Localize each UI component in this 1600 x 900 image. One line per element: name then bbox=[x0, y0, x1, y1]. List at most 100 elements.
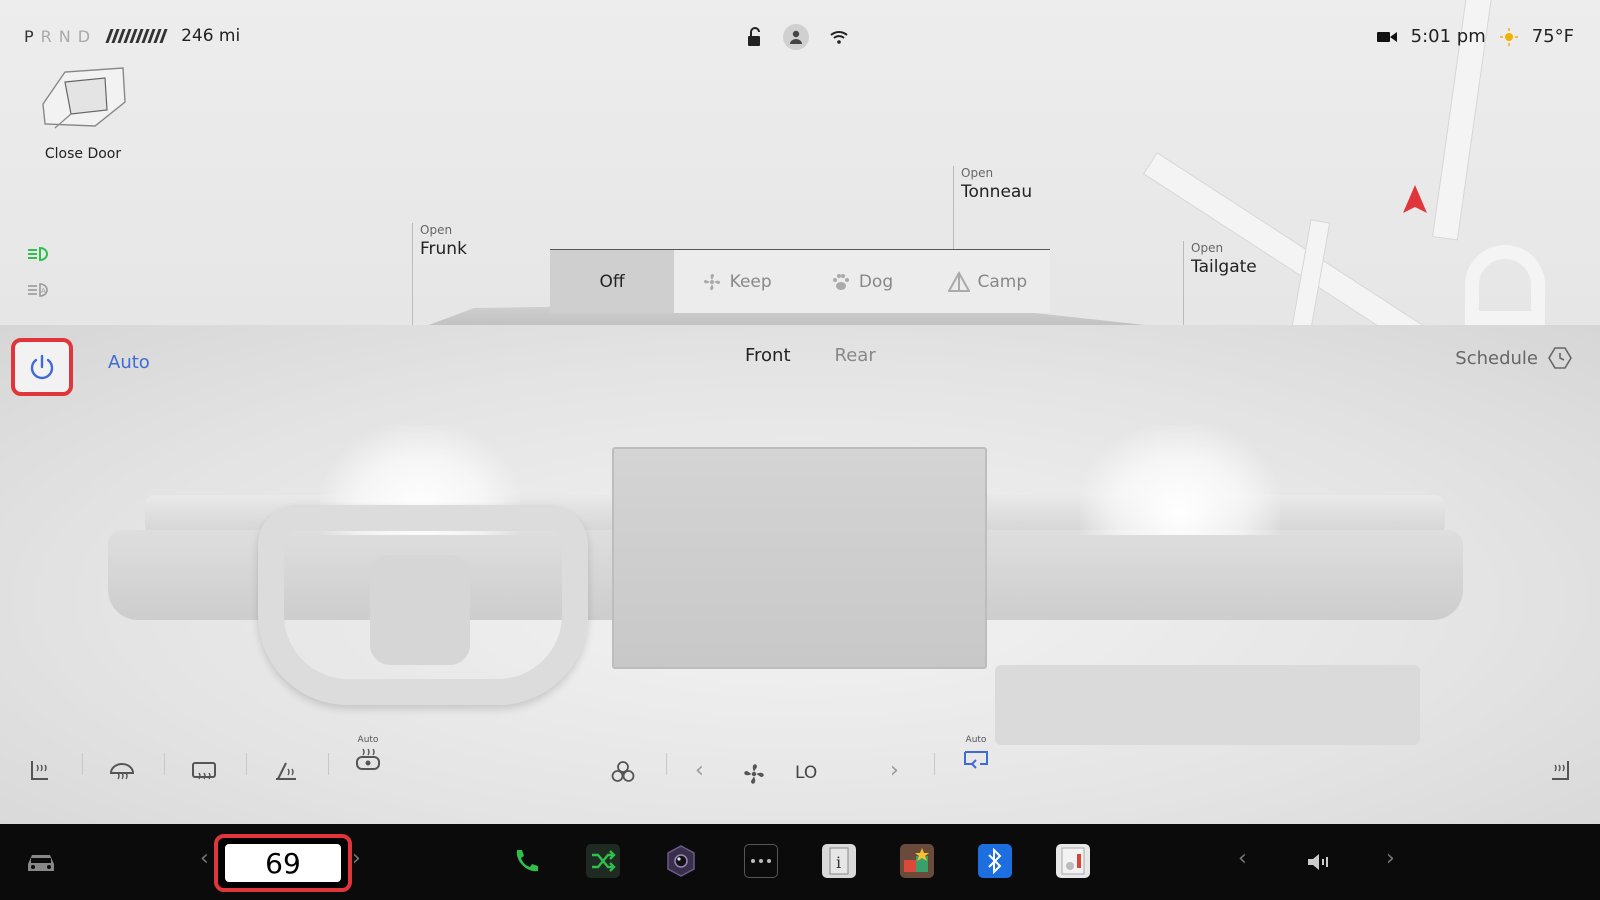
steering-wheel-hub bbox=[370, 555, 470, 665]
auto-high-beam-icon[interactable]: A bbox=[26, 282, 52, 302]
navigation-arrow-icon bbox=[1403, 185, 1427, 213]
fan-speed-readout: LO bbox=[795, 763, 818, 783]
headlight-icon[interactable] bbox=[26, 246, 52, 266]
touchscreen-model bbox=[612, 447, 987, 669]
volume-decrease-chevron-icon[interactable]: ‹ bbox=[1238, 846, 1247, 871]
seat-heater-icon bbox=[1552, 761, 1569, 780]
mode-dog-label: Dog bbox=[858, 271, 894, 292]
gear-d: D bbox=[77, 26, 93, 46]
frunk-label: Frunk bbox=[420, 239, 467, 259]
frunk-control[interactable]: Open Frunk bbox=[412, 223, 467, 325]
manual-icon[interactable]: i bbox=[822, 844, 856, 878]
temp-decrease-chevron-icon[interactable]: ‹ bbox=[200, 846, 209, 871]
close-door-label: Close Door bbox=[44, 146, 122, 162]
climate-power-button[interactable] bbox=[11, 338, 73, 396]
paw-icon bbox=[832, 273, 849, 290]
rear-defrost-icon bbox=[192, 762, 216, 780]
steering-heater-auto-label: Auto bbox=[357, 735, 379, 745]
clock-icon bbox=[1548, 347, 1572, 369]
recirculation-button[interactable]: Auto bbox=[962, 735, 990, 771]
mode-camp-label: Camp bbox=[977, 271, 1028, 292]
wiper-defrost-icon bbox=[276, 762, 296, 780]
wiper-defrost-button[interactable] bbox=[272, 747, 300, 783]
climate-panel: Auto Front Rear Schedule Auto ‹ LO › Aut… bbox=[0, 325, 1600, 824]
status-left: P R N D 246 mi bbox=[24, 26, 240, 46]
air-vent-glow-right bbox=[1080, 425, 1280, 535]
driver-seat-heater-button[interactable] bbox=[28, 747, 52, 783]
power-icon bbox=[30, 354, 54, 380]
profile-icon[interactable] bbox=[783, 24, 809, 50]
status-center bbox=[745, 24, 849, 50]
climate-keeper-modes: Off Keep Dog Camp bbox=[550, 249, 1050, 313]
toybox-icon[interactable] bbox=[900, 844, 934, 878]
cabin-temperature-control[interactable]: 69 bbox=[214, 834, 352, 892]
mode-off-button[interactable]: Off bbox=[550, 250, 674, 313]
volume-increase-chevron-icon[interactable]: › bbox=[1386, 846, 1395, 871]
volume-icon[interactable] bbox=[1306, 852, 1332, 872]
recirculation-icon bbox=[964, 751, 988, 769]
battery-icon bbox=[105, 29, 168, 43]
svg-text:A: A bbox=[41, 287, 46, 295]
mode-camp-button[interactable]: Camp bbox=[924, 250, 1050, 313]
tent-icon bbox=[947, 270, 970, 292]
bottom-dock: ‹ 69 › i ‹ › bbox=[0, 824, 1600, 900]
front-defrost-button[interactable] bbox=[108, 747, 136, 783]
temp-increase-chevron-icon[interactable]: › bbox=[352, 846, 361, 871]
front-defrost-icon bbox=[109, 763, 135, 780]
tonneau-label: Tonneau bbox=[961, 182, 1033, 202]
fan-icon bbox=[703, 273, 720, 290]
gear-n: N bbox=[58, 26, 73, 46]
outside-temperature: 75°F bbox=[1531, 26, 1574, 47]
tailgate-label: Tailgate bbox=[1191, 257, 1257, 277]
zone-tabs: Front Rear bbox=[745, 345, 876, 366]
tailgate-action: Open bbox=[1191, 241, 1224, 255]
truck-door-icon bbox=[42, 67, 126, 129]
tab-front[interactable]: Front bbox=[745, 345, 791, 366]
vehicle-status-area: P R N D 246 mi 5:01 pm 75°F Close Door A… bbox=[0, 0, 1600, 325]
mode-dog-button[interactable]: Dog bbox=[799, 250, 925, 313]
rear-defrost-button[interactable] bbox=[190, 747, 218, 783]
fan-decrease-chevron-icon[interactable]: ‹ bbox=[695, 758, 704, 783]
recirc-auto-label: Auto bbox=[965, 735, 987, 745]
bioweapon-defense-button[interactable] bbox=[610, 747, 636, 785]
svg-text:i: i bbox=[836, 853, 841, 872]
schedule-button[interactable]: Schedule bbox=[1455, 347, 1572, 369]
steering-wheel-heater-button[interactable]: Auto bbox=[354, 735, 382, 771]
wifi-icon[interactable] bbox=[829, 29, 849, 45]
steering-wheel-heater-icon bbox=[356, 748, 380, 770]
map-road bbox=[1465, 245, 1545, 325]
close-door-control[interactable]: Close Door bbox=[28, 64, 138, 162]
unlock-icon[interactable] bbox=[745, 27, 763, 47]
bluetooth-icon[interactable] bbox=[978, 844, 1012, 878]
dashcam-icon[interactable] bbox=[1376, 30, 1397, 44]
status-right: 5:01 pm 75°F bbox=[1376, 26, 1574, 47]
seat-heater-icon bbox=[31, 761, 48, 780]
gear-p: P bbox=[24, 26, 36, 46]
range-readout: 246 mi bbox=[181, 26, 241, 46]
cabin-temperature-readout: 69 bbox=[225, 844, 341, 882]
clock: 5:01 pm bbox=[1410, 26, 1486, 47]
tonneau-action: Open bbox=[961, 166, 994, 180]
tab-rear[interactable]: Rear bbox=[835, 345, 876, 366]
mode-keep-button[interactable]: Keep bbox=[674, 250, 800, 313]
camera-app-icon[interactable] bbox=[664, 844, 698, 878]
shuffle-icon[interactable] bbox=[586, 844, 620, 878]
sun-icon bbox=[1499, 27, 1518, 46]
frunk-action: Open bbox=[420, 223, 453, 237]
fan-icon bbox=[744, 764, 764, 784]
phone-icon[interactable] bbox=[508, 844, 542, 878]
center-console bbox=[995, 665, 1420, 745]
mode-keep-label: Keep bbox=[729, 271, 772, 292]
schedule-label: Schedule bbox=[1455, 347, 1538, 369]
climate-auto-button[interactable]: Auto bbox=[108, 352, 150, 373]
mode-off-label: Off bbox=[599, 271, 625, 292]
car-icon[interactable] bbox=[24, 850, 58, 874]
tonneau-control[interactable]: Open Tonneau bbox=[953, 166, 1032, 250]
more-apps-icon[interactable] bbox=[744, 844, 778, 878]
passenger-seat-heater-button[interactable] bbox=[1548, 747, 1572, 783]
gear-selector: P R N D bbox=[24, 27, 92, 46]
tailgate-control[interactable]: Open Tailgate bbox=[1183, 241, 1257, 325]
dashcam-viewer-icon[interactable] bbox=[1056, 844, 1090, 878]
fan-increase-chevron-icon[interactable]: › bbox=[890, 758, 899, 783]
biohazard-icon bbox=[611, 761, 635, 782]
